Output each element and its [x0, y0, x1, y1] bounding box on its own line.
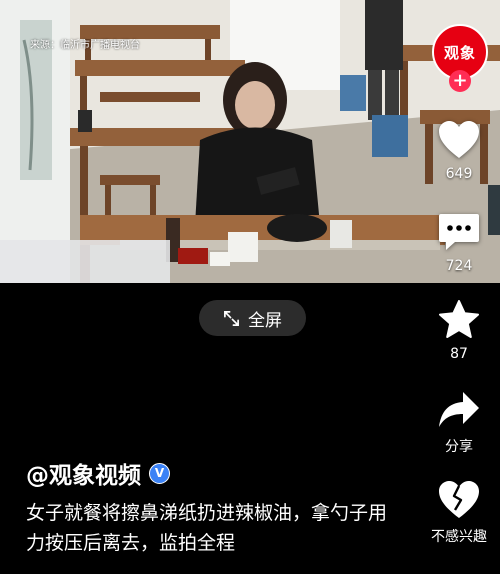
favorite-button[interactable]: 87 [418, 300, 500, 362]
verified-badge-icon: V [149, 462, 170, 484]
video-source-watermark: 来源：临沂市广播电视台 [30, 40, 140, 51]
verified-badge-mark: V [154, 466, 165, 480]
video-caption: 女子就餐将擦鼻涕纸扔进辣椒油，拿勺子用力按压后离去，监拍全程 [26, 502, 388, 554]
action-rail: 观象 + 649 724 87 分享 不感兴趣 [418, 0, 500, 574]
account-name-link[interactable]: @观象视频 [26, 456, 141, 490]
share-label: 分享 [445, 439, 473, 455]
star-icon [439, 300, 479, 338]
fullscreen-label: 全屏 [248, 310, 282, 331]
not-interested-label: 不感兴趣 [431, 529, 487, 545]
heart-icon [439, 121, 479, 158]
not-interested-button[interactable]: 不感兴趣 [418, 480, 500, 546]
expand-arrows-icon [224, 310, 239, 326]
author-row: @观象视频 V [26, 456, 170, 490]
like-count: 649 [445, 166, 473, 182]
share-button[interactable]: 分享 [418, 390, 500, 456]
follow-button[interactable]: + [449, 70, 471, 92]
broken-heart-icon [439, 481, 479, 518]
avatar-logo-text: 观象 [443, 43, 476, 62]
share-arrow-icon [439, 392, 479, 427]
like-button[interactable]: 649 [418, 120, 500, 182]
comment-button[interactable]: 724 [418, 212, 500, 274]
comment-count: 724 [445, 258, 473, 274]
comment-bubble-icon [439, 214, 479, 250]
fullscreen-button[interactable]: 全屏 [199, 300, 306, 336]
favorite-count: 87 [450, 346, 468, 362]
